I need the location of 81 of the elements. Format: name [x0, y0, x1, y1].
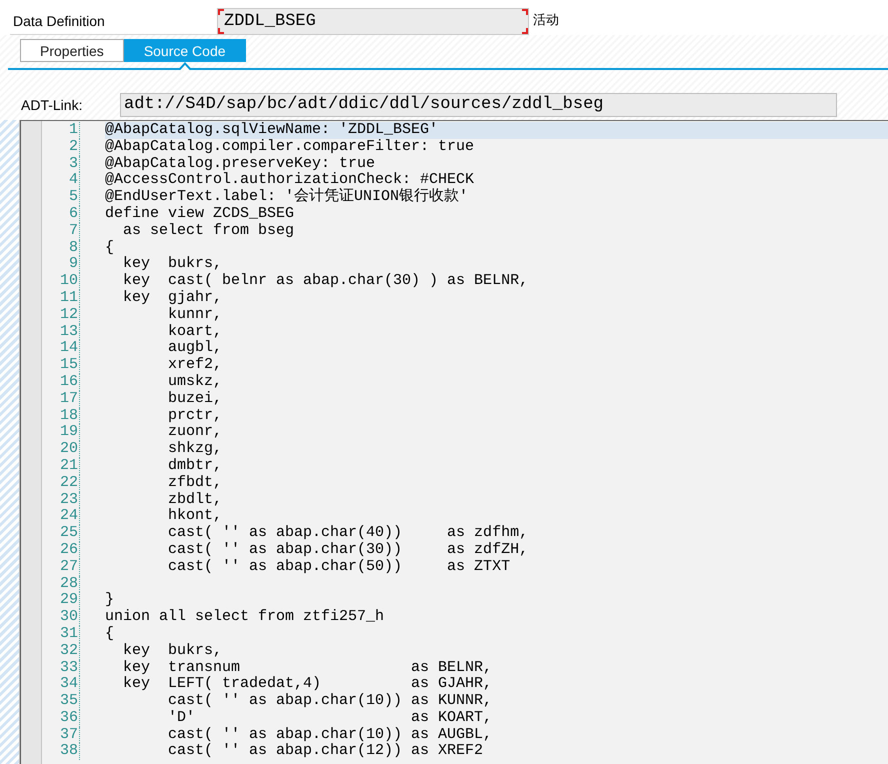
- code-editor[interactable]: [20, 120, 888, 764]
- code-line: @AbapCatalog.preserveKey: true: [105, 156, 376, 172]
- line-number: 9: [42, 256, 80, 274]
- line-number: 18: [42, 408, 80, 424]
- code-line: koart,: [167, 324, 222, 340]
- code-line: {: [105, 240, 114, 256]
- line-number: 8: [42, 240, 80, 256]
- code-line: key cast( belnr as abap.char(30) ) as BELNR,: [122, 273, 528, 290]
- code-line: xref2,: [167, 357, 222, 374]
- code-line: dmbtr,: [167, 458, 222, 475]
- code-line: umskz,: [167, 374, 222, 391]
- line-number: 28: [42, 576, 80, 592]
- line-number: 23: [42, 492, 80, 508]
- code-line: prctr,: [167, 408, 222, 424]
- code-line: {: [105, 626, 114, 643]
- code-line: as select from bseg: [122, 222, 294, 240]
- code-line: key gjahr,: [122, 290, 222, 307]
- line-number: 37: [42, 726, 80, 744]
- code-line: augbl,: [167, 340, 222, 357]
- line-number: 7: [42, 222, 80, 240]
- line-number: 17: [42, 390, 80, 408]
- line-number: 13: [42, 324, 80, 340]
- line-number: 11: [42, 290, 80, 307]
- code-line: 'D' as KOART,: [167, 710, 492, 727]
- line-number: 5: [42, 189, 80, 206]
- tab[interactable]: Properties: [20, 39, 124, 62]
- line-number: 12: [42, 306, 80, 324]
- code-line: @AccessControl.authorizationCheck: #CHECK: [105, 172, 474, 188]
- line-number: 26: [42, 542, 80, 559]
- line-number: 31: [42, 626, 80, 643]
- code-line: shkzg,: [167, 441, 222, 458]
- code-line: hkont,: [167, 508, 222, 525]
- line-number: 29: [42, 592, 80, 610]
- line-number: 10: [42, 273, 80, 290]
- code-line: cast( '' as abap.char(10)) as KUNNR,: [167, 693, 492, 710]
- line-number: 16: [42, 374, 80, 391]
- line-number: 14: [42, 340, 80, 358]
- code-line: key LEFT( tradedat,4) as GJAHR,: [122, 676, 492, 693]
- line-number: 27: [42, 558, 80, 576]
- line-number: 3: [42, 156, 80, 172]
- line-number: 19: [42, 424, 80, 442]
- code-line: key transnum as BELNR,: [122, 660, 492, 676]
- code-line: key bukrs,: [122, 642, 222, 660]
- line-number: 35: [42, 693, 80, 710]
- line-number: 21: [42, 458, 80, 475]
- code-line: define view ZCDS_BSEG: [105, 206, 294, 223]
- status-text: 活动: [533, 13, 559, 29]
- line-number: 22: [42, 474, 80, 492]
- line-number: 30: [42, 609, 80, 626]
- code-line: }: [105, 592, 114, 609]
- code-line: key bukrs,: [122, 256, 222, 273]
- line-number: 25: [42, 525, 80, 542]
- field-label: ADT-Link:: [20, 97, 84, 113]
- code-line: cast( '' as abap.char(12)) as XREF2: [167, 743, 484, 760]
- line-number: 2: [42, 138, 80, 156]
- line-number: 33: [42, 660, 80, 676]
- code-line: union all select from ztfi257_h: [105, 609, 384, 626]
- code-line: zbdlt,: [167, 492, 222, 508]
- adt-link-field[interactable]: adt://S4D/sap/bc/adt/ddic/ddl/sources/zddl_bseg: [120, 93, 837, 117]
- line-number: 34: [42, 676, 80, 694]
- line-number: 32: [42, 642, 80, 660]
- code-line: @AbapCatalog.compiler.compareFilter: true: [105, 138, 474, 156]
- line-number: 6: [42, 206, 80, 223]
- code-line: buzei,: [167, 390, 222, 408]
- code-line: cast( '' as abap.char(10)) as AUGBL,: [167, 726, 492, 743]
- line-number: 15: [42, 357, 80, 374]
- field-label: Data Definition: [13, 13, 105, 29]
- line-number: 24: [42, 508, 80, 526]
- code-line: zuonr,: [167, 424, 222, 441]
- code-line: cast( '' as abap.char(30)) as zdfZH,: [167, 542, 528, 559]
- line-number: 20: [42, 441, 80, 458]
- line-number: 4: [42, 172, 80, 190]
- line-number: 38: [42, 743, 80, 760]
- name-field[interactable]: ZDDL_BSEG: [217, 8, 529, 35]
- code-line: zfbdt,: [167, 474, 222, 492]
- code-line: cast( '' as abap.char(50)) as ZTXT: [167, 558, 510, 576]
- code-line: cast( '' as abap.char(40)) as zdfhm,: [167, 525, 528, 542]
- code-line: @EndUserText.label: '会计凭证UNION银行收款': [105, 189, 468, 206]
- line-number: 1: [42, 122, 80, 139]
- line-number: 36: [42, 710, 80, 727]
- code-line: kunnr,: [167, 306, 222, 324]
